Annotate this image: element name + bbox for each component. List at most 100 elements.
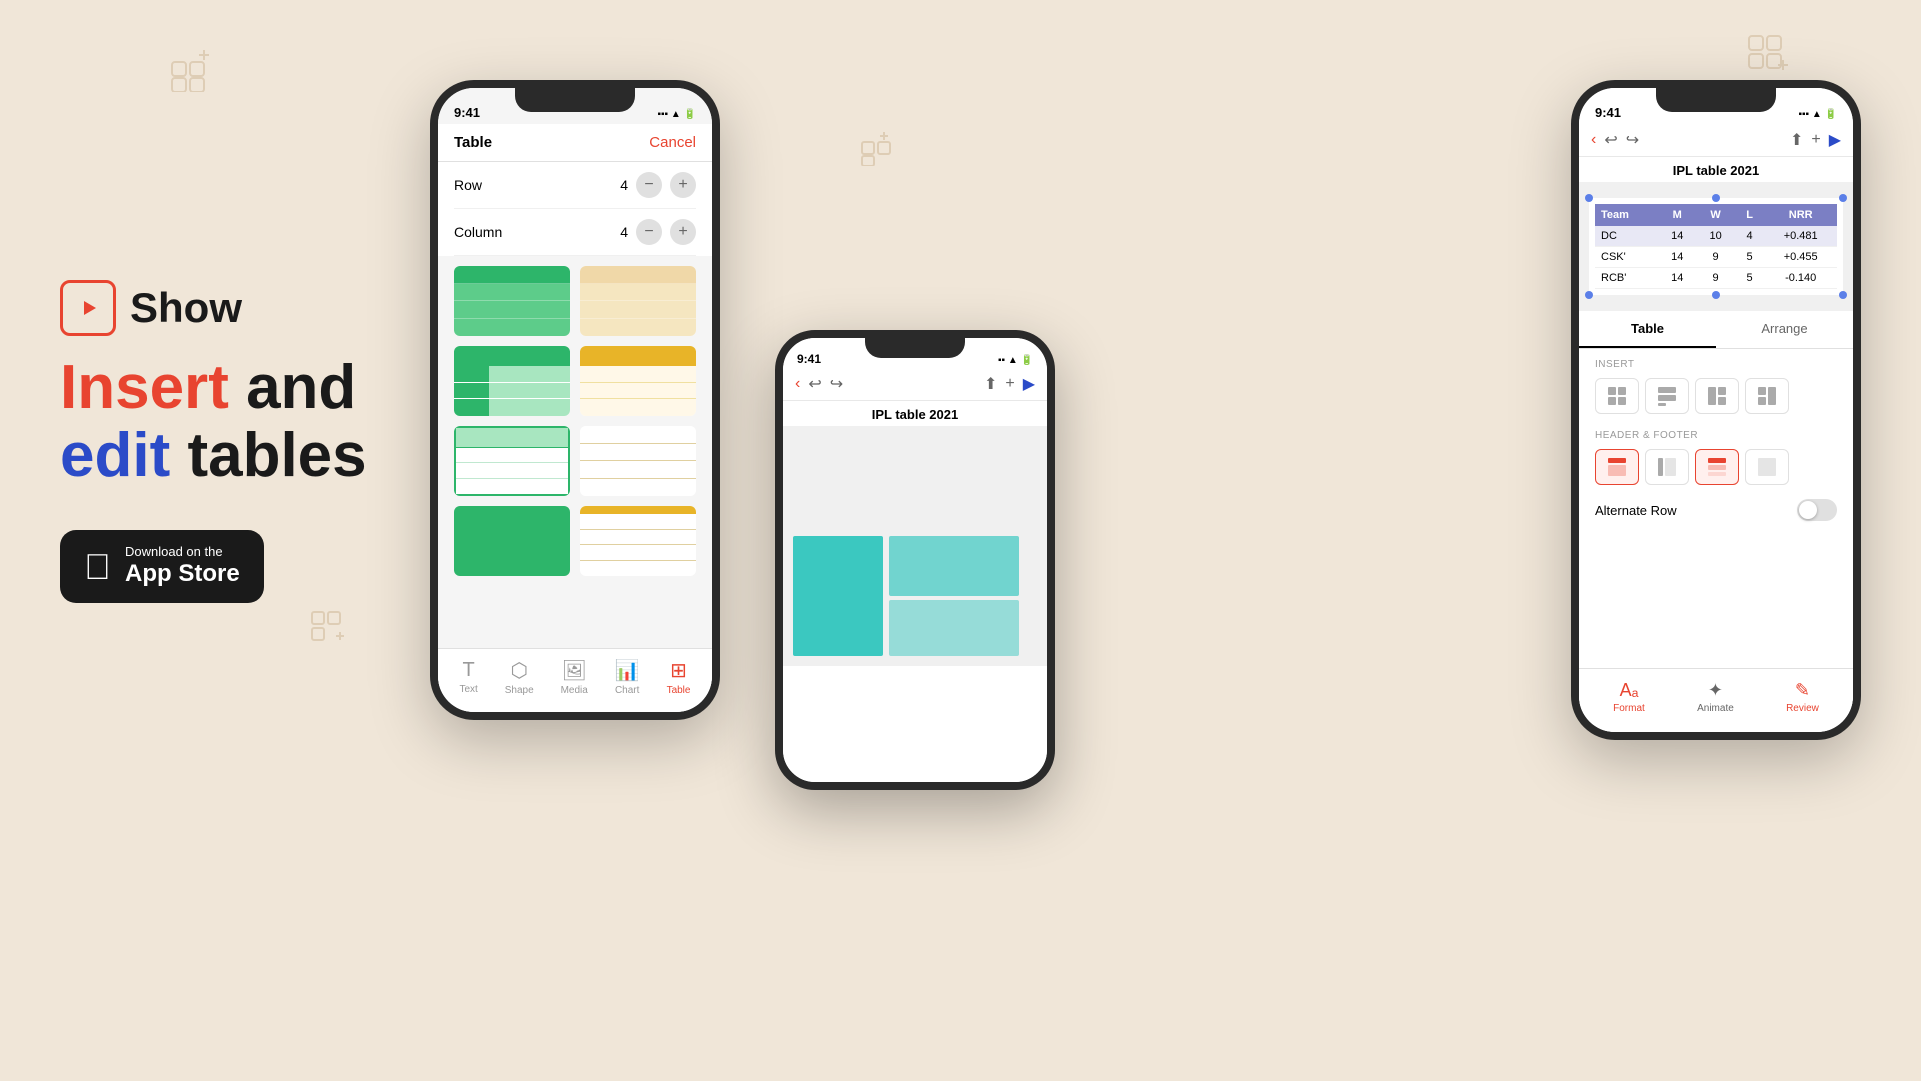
phone2-chart-area: [783, 506, 1047, 666]
phone1-row-col-controls: Row 4 − + Column 4 − +: [438, 162, 712, 256]
phone1-tab-table-label: Table: [667, 685, 691, 696]
phone1-tab-table[interactable]: ⊞ Table: [667, 658, 691, 696]
chart-tab-icon: 📊: [615, 658, 640, 683]
phone1-col-ctrl: Column 4 − +: [454, 209, 696, 256]
phone3-undo-icon[interactable]: ↩: [1604, 130, 1617, 150]
phone1-tab-text[interactable]: T Text: [459, 659, 477, 695]
table-style-green-full[interactable]: [454, 266, 570, 336]
phone1-tab-media-label: Media: [561, 685, 588, 696]
phone3-panel-tabs: Table Arrange: [1579, 311, 1853, 349]
appstore-line2: App Store: [125, 560, 240, 589]
phone3-toggle-switch[interactable]: [1797, 499, 1837, 521]
phone3-hf-icon2[interactable]: [1645, 449, 1689, 485]
phone1: 9:41 ▪▪▪ ▲ 🔋 Table Cancel Row 4 − + Colu…: [430, 80, 720, 720]
phone2: 9:41 ▪▪ ▲ 🔋 ‹ ↩ ↪ ⬆ + ▶ IPL table 2021: [775, 330, 1055, 790]
table-style-green-outline[interactable]: [454, 426, 570, 496]
phone3-review-btn[interactable]: ✎ Review: [1786, 680, 1819, 714]
table-style-yellow-outline[interactable]: [580, 426, 696, 496]
phone3-play-icon[interactable]: ▶: [1829, 130, 1841, 150]
phone3-nav-left: ‹ ↩ ↪: [1591, 130, 1639, 150]
phone1-tab-media[interactable]: 🖼 Media: [561, 658, 588, 696]
phone3-insert-label: INSERT: [1595, 359, 1837, 370]
left-content-area: Show Insert and edit tables  Download o…: [60, 280, 460, 603]
headline-insert: Insert: [60, 353, 229, 422]
play-icon[interactable]: ▶: [1023, 374, 1035, 394]
back-icon[interactable]: ‹: [795, 375, 800, 393]
handle-bc: [1712, 291, 1720, 299]
phone1-row-right: 4 − +: [620, 172, 696, 198]
chart-bar-3: [889, 600, 1019, 656]
media-tab-icon: 🖼: [561, 658, 586, 683]
deco-grid-icon-bottom-left: [310, 610, 346, 646]
phone1-tab-text-label: Text: [459, 684, 477, 695]
phone1-tab-chart[interactable]: 📊 Chart: [615, 658, 640, 696]
phone1-row-minus[interactable]: −: [636, 172, 662, 198]
phone2-content-top: [783, 426, 1047, 506]
phone3-animate-btn[interactable]: ✦ Animate: [1697, 680, 1734, 714]
share-icon[interactable]: ⬆: [984, 374, 997, 394]
chart-bars-right: [889, 536, 1019, 656]
table-style-green-solid[interactable]: [454, 506, 570, 576]
handle-tc: [1712, 194, 1720, 202]
phone2-status-icons: ▪▪ ▲ 🔋: [998, 355, 1033, 366]
phone3-insert-row-below[interactable]: [1645, 378, 1689, 414]
add-icon[interactable]: +: [1005, 375, 1014, 393]
table-tab-icon: ⊞: [670, 658, 687, 683]
phone2-notch: [865, 338, 965, 358]
phone3-share-icon[interactable]: ⬆: [1790, 130, 1803, 150]
table-style-green-header-left[interactable]: [454, 346, 570, 416]
undo-icon[interactable]: ↩: [808, 374, 821, 394]
phone1-col-plus[interactable]: +: [670, 219, 696, 245]
phone3-table-container[interactable]: Team M W L NRR DC 14 10 4: [1589, 198, 1843, 295]
phone3-hf-icon4[interactable]: [1745, 449, 1789, 485]
headline: Insert and edit tables: [60, 354, 460, 490]
phone1-col-minus[interactable]: −: [636, 219, 662, 245]
phone1-row-label: Row: [454, 177, 482, 193]
handle-tl: [1585, 194, 1593, 202]
phone3-tab-arrange[interactable]: Arrange: [1716, 311, 1853, 348]
redo-icon[interactable]: ↪: [830, 374, 843, 394]
phone3-insert-col-left[interactable]: [1695, 378, 1739, 414]
phone3-header-footer-section: HEADER & FOOTER: [1579, 420, 1853, 491]
phone3-format-btn[interactable]: Aₐ Format: [1613, 680, 1645, 714]
phone3-nav-right: ⬆ + ▶: [1790, 130, 1841, 150]
phone1-tab-shape[interactable]: ⬡ Shape: [505, 658, 534, 696]
headline-tables: tables: [170, 421, 366, 490]
phone3-time: 9:41: [1595, 105, 1621, 120]
phone3-doc-title: IPL table 2021: [1579, 157, 1853, 182]
table-style-yellow-full[interactable]: [580, 266, 696, 336]
handle-tr: [1839, 194, 1847, 202]
phone2-doc-title: IPL table 2021: [783, 401, 1047, 426]
phone1-col-right: 4 − +: [620, 219, 696, 245]
phone3-back-icon[interactable]: ‹: [1591, 131, 1596, 149]
deco-grid-icon-top-left: [170, 48, 214, 92]
chart-bar-1: [793, 536, 883, 656]
headline-and: and: [229, 353, 356, 422]
phone3-hf-icon3[interactable]: [1695, 449, 1739, 485]
table-style-yellow-header[interactable]: [580, 346, 696, 416]
phone1-cancel[interactable]: Cancel: [649, 134, 696, 151]
phone3-hf-icon1[interactable]: [1595, 449, 1639, 485]
phone3-insert-row-above[interactable]: [1595, 378, 1639, 414]
phone3-redo-icon[interactable]: ↪: [1626, 130, 1639, 150]
phone2-nav-right: ⬆ + ▶: [984, 374, 1035, 394]
phone3-tab-table[interactable]: Table: [1579, 311, 1716, 348]
phone3-header-footer-label: HEADER & FOOTER: [1595, 430, 1837, 441]
phone3-insert-col-right[interactable]: [1745, 378, 1789, 414]
phone1-row-plus[interactable]: +: [670, 172, 696, 198]
handle-br: [1839, 291, 1847, 299]
table-style-yellow-line[interactable]: [580, 506, 696, 576]
phone1-table-styles: [438, 256, 712, 586]
phone2-time: 9:41: [797, 352, 821, 366]
text-tab-icon: T: [463, 659, 475, 682]
phone1-col-value: 4: [620, 224, 628, 240]
phone3-animate-label: Animate: [1697, 703, 1734, 714]
headline-edit: edit: [60, 421, 170, 490]
phone3-add-icon[interactable]: +: [1811, 131, 1820, 149]
phone1-status-icons: ▪▪▪ ▲ 🔋: [657, 109, 696, 120]
phone1-tab-shape-label: Shape: [505, 685, 534, 696]
appstore-button[interactable]:  Download on the App Store: [60, 530, 264, 602]
format-icon: Aₐ: [1620, 680, 1639, 701]
phone3-status-icons: ▪▪▪ ▲ 🔋: [1798, 109, 1837, 120]
phone2-nav-left: ‹ ↩ ↪: [795, 374, 843, 394]
